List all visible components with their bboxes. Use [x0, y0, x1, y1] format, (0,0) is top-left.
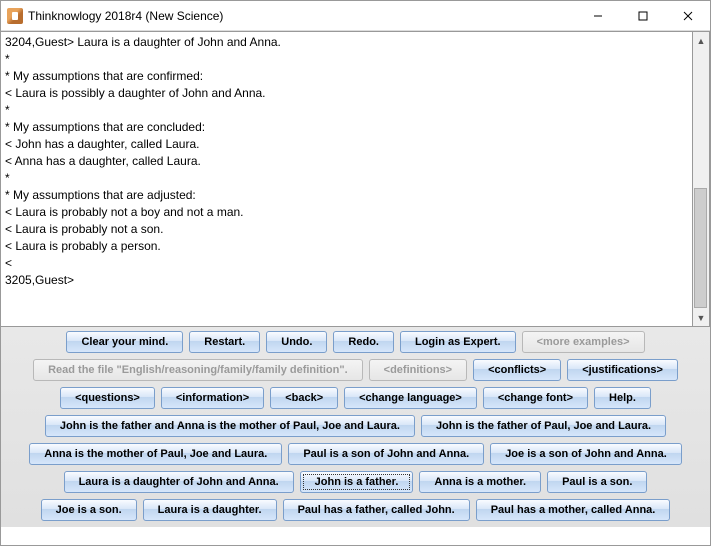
row-4: John is the father and Anna is the mothe… — [3, 415, 708, 437]
s7-button[interactable]: John is a father. — [300, 471, 414, 493]
s3-button[interactable]: Anna is the mother of Paul, Joe and Laur… — [29, 443, 282, 465]
minimize-button[interactable] — [575, 1, 620, 30]
scroll-down-icon[interactable]: ▼ — [693, 309, 709, 326]
s8-button[interactable]: Anna is a mother. — [419, 471, 541, 493]
row-6: Laura is a daughter of John and Anna. Joh… — [3, 471, 708, 493]
defs-button: <definitions> — [369, 359, 467, 381]
help-button[interactable]: Help. — [594, 387, 651, 409]
s12-button[interactable]: Paul has a father, called John. — [283, 499, 470, 521]
row-5: Anna is the mother of Paul, Joe and Laur… — [3, 443, 708, 465]
more-button: <more examples> — [522, 331, 645, 353]
s10-button[interactable]: Joe is a son. — [41, 499, 137, 521]
justif-button[interactable]: <justifications> — [567, 359, 678, 381]
undo-button[interactable]: Undo. — [266, 331, 327, 353]
scrollbar[interactable]: ▲ ▼ — [693, 31, 710, 327]
close-button[interactable] — [665, 1, 710, 30]
s5-button[interactable]: Joe is a son of John and Anna. — [490, 443, 682, 465]
row-1: Clear your mind. Restart. Undo. Redo. Login … — [3, 331, 708, 353]
readfile-button: Read the file "English/reasoning/family/… — [33, 359, 363, 381]
s13-button[interactable]: Paul has a mother, called Anna. — [476, 499, 671, 521]
s11-button[interactable]: Laura is a daughter. — [143, 499, 277, 521]
s4-button[interactable]: Paul is a son of John and Anna. — [288, 443, 484, 465]
row-2: Read the file "English/reasoning/family/… — [3, 359, 708, 381]
s1-button[interactable]: John is the father and Anna is the mothe… — [45, 415, 415, 437]
back-button[interactable]: <back> — [270, 387, 338, 409]
titlebar: Thinknowlogy 2018r4 (New Science) — [1, 1, 710, 31]
conflicts-button[interactable]: <conflicts> — [473, 359, 561, 381]
changelang-button[interactable]: <change language> — [344, 387, 477, 409]
scroll-thumb[interactable] — [694, 188, 707, 308]
questions-button[interactable]: <questions> — [60, 387, 155, 409]
console-output[interactable]: 3204,Guest> Laura is a daughter of John … — [1, 31, 693, 327]
java-icon — [7, 8, 23, 24]
s6-button[interactable]: Laura is a daughter of John and Anna. — [64, 471, 294, 493]
changefont-button[interactable]: <change font> — [483, 387, 588, 409]
s9-button[interactable]: Paul is a son. — [547, 471, 647, 493]
scroll-up-icon[interactable]: ▲ — [693, 32, 709, 49]
clear-button[interactable]: Clear your mind. — [66, 331, 183, 353]
row-7: Joe is a son. Laura is a daughter. Paul ha… — [3, 499, 708, 521]
restart-button[interactable]: Restart. — [189, 331, 260, 353]
buttons-panel: Clear your mind. Restart. Undo. Redo. Login … — [1, 327, 710, 527]
console-area: 3204,Guest> Laura is a daughter of John … — [1, 31, 710, 327]
s2-button[interactable]: John is the father of Paul, Joe and Laur… — [421, 415, 666, 437]
row-3: <questions> <information> <back> <change la… — [3, 387, 708, 409]
redo-button[interactable]: Redo. — [333, 331, 394, 353]
window-title: Thinknowlogy 2018r4 (New Science) — [28, 9, 223, 23]
info-button[interactable]: <information> — [161, 387, 264, 409]
window-controls — [575, 1, 710, 30]
login-button[interactable]: Login as Expert. — [400, 331, 516, 353]
maximize-button[interactable] — [620, 1, 665, 30]
